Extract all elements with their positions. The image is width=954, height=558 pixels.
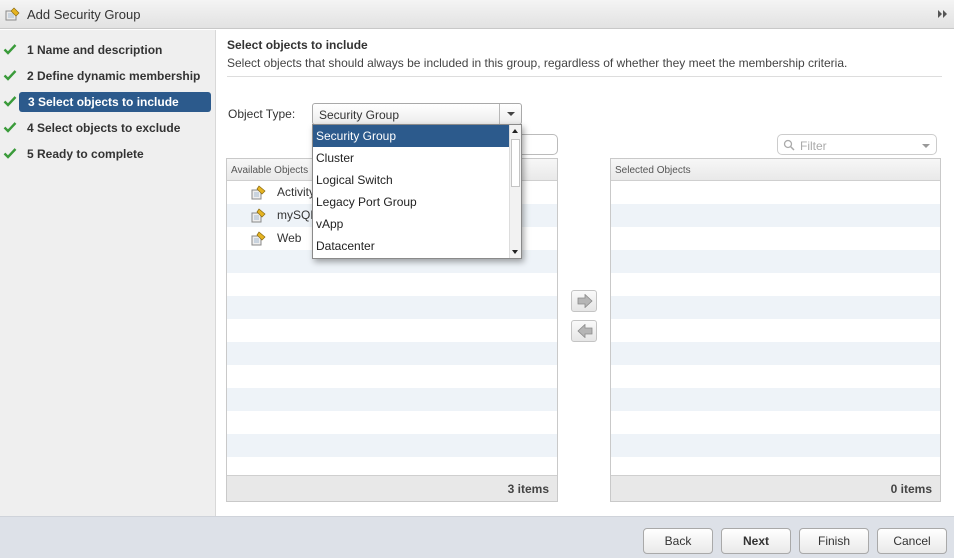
selected-objects-grid: Selected Objects 0 items bbox=[610, 158, 941, 502]
empty-row bbox=[611, 434, 940, 457]
empty-row bbox=[611, 411, 940, 434]
empty-row bbox=[227, 365, 557, 388]
finish-button[interactable]: Finish bbox=[799, 528, 869, 554]
object-name: mySQL bbox=[277, 208, 318, 222]
chevron-down-icon[interactable] bbox=[499, 104, 521, 124]
security-group-icon bbox=[251, 185, 266, 200]
empty-row bbox=[611, 296, 940, 319]
search-icon bbox=[783, 139, 795, 151]
security-group-icon bbox=[251, 208, 266, 223]
step-name-and-description[interactable]: 1 Name and description bbox=[0, 40, 216, 60]
object-name: Web bbox=[277, 231, 302, 245]
step-ready-to-complete[interactable]: 5 Ready to complete bbox=[0, 144, 216, 164]
checkmark-icon bbox=[3, 44, 17, 55]
step-select-objects-to-include[interactable]: 3 Select objects to include bbox=[0, 92, 216, 112]
column-header: Available Objects bbox=[231, 165, 309, 176]
arrow-left-icon bbox=[577, 324, 593, 338]
back-button[interactable]: Back bbox=[643, 528, 713, 554]
title-bar: Add Security Group bbox=[0, 0, 954, 29]
wizard-steps-nav: 1 Name and description 2 Define dynamic … bbox=[0, 30, 216, 516]
empty-row bbox=[611, 342, 940, 365]
item-count: 0 items bbox=[890, 482, 932, 496]
selected-objects-footer: 0 items bbox=[611, 475, 940, 501]
empty-row bbox=[227, 296, 557, 319]
step-define-dynamic-membership[interactable]: 2 Define dynamic membership bbox=[0, 66, 216, 86]
remove-from-selected-button[interactable] bbox=[571, 320, 597, 342]
double-chevron-right-icon[interactable] bbox=[937, 8, 949, 20]
object-type-value: Security Group bbox=[319, 108, 400, 122]
checkmark-icon bbox=[3, 122, 17, 133]
empty-row bbox=[227, 273, 557, 296]
empty-row bbox=[611, 204, 940, 227]
cancel-button[interactable]: Cancel bbox=[877, 528, 947, 554]
security-group-icon bbox=[251, 231, 266, 246]
next-button[interactable]: Next bbox=[721, 528, 791, 554]
selected-filter-input[interactable]: Filter bbox=[777, 134, 937, 155]
empty-row bbox=[227, 434, 557, 457]
divider bbox=[227, 76, 942, 77]
option-logical-switch[interactable]: Logical Switch bbox=[313, 169, 510, 191]
scrollbar-thumb[interactable] bbox=[511, 139, 520, 187]
wizard-footer: Back Next Finish Cancel bbox=[0, 516, 954, 558]
item-count: 3 items bbox=[507, 482, 549, 496]
arrow-right-icon bbox=[577, 294, 593, 308]
empty-row bbox=[611, 319, 940, 342]
option-security-group[interactable]: Security Group bbox=[313, 125, 510, 147]
checkmark-icon bbox=[3, 70, 17, 81]
dropdown-scrollbar[interactable] bbox=[509, 125, 521, 258]
add-to-selected-button[interactable] bbox=[571, 290, 597, 312]
step-label: 3 Select objects to include bbox=[28, 95, 179, 109]
empty-row bbox=[611, 388, 940, 411]
empty-row bbox=[611, 365, 940, 388]
selected-objects-rows bbox=[611, 181, 940, 480]
scroll-up-icon[interactable] bbox=[512, 129, 518, 133]
step-label: 2 Define dynamic membership bbox=[27, 69, 201, 83]
step-select-objects-to-exclude[interactable]: 4 Select objects to exclude bbox=[0, 118, 216, 138]
empty-row bbox=[611, 273, 940, 296]
step-label: 5 Ready to complete bbox=[27, 147, 144, 161]
empty-row bbox=[227, 388, 557, 411]
scroll-down-icon[interactable] bbox=[512, 250, 518, 254]
step-label: 1 Name and description bbox=[27, 43, 163, 57]
option-vapp[interactable]: vApp bbox=[313, 213, 510, 235]
main-panel: Select objects to include Select objects… bbox=[217, 30, 954, 516]
object-name: Activity bbox=[277, 185, 316, 199]
object-type-select[interactable]: Security Group bbox=[312, 103, 522, 125]
empty-row bbox=[227, 411, 557, 434]
window-title: Add Security Group bbox=[27, 7, 141, 22]
object-type-dropdown-list[interactable]: Security Group Cluster Logical Switch Le… bbox=[312, 124, 522, 259]
checkmark-icon bbox=[3, 96, 17, 107]
empty-row bbox=[227, 342, 557, 365]
object-type-label: Object Type: bbox=[228, 107, 296, 121]
chevron-down-icon[interactable] bbox=[922, 144, 930, 148]
option-cluster[interactable]: Cluster bbox=[313, 147, 510, 169]
security-group-icon bbox=[5, 7, 20, 21]
available-objects-footer: 3 items bbox=[227, 475, 557, 501]
column-header: Selected Objects bbox=[615, 165, 691, 176]
page-heading: Select objects to include bbox=[227, 38, 368, 52]
empty-row bbox=[611, 227, 940, 250]
page-subheading: Select objects that should always be inc… bbox=[227, 56, 848, 70]
empty-row bbox=[227, 319, 557, 342]
checkmark-icon bbox=[3, 148, 17, 159]
option-legacy-port-group[interactable]: Legacy Port Group bbox=[313, 191, 510, 213]
step-label: 4 Select objects to exclude bbox=[27, 121, 181, 135]
option-datacenter[interactable]: Datacenter bbox=[313, 235, 510, 257]
empty-row bbox=[611, 250, 940, 273]
selected-objects-header[interactable]: Selected Objects bbox=[611, 159, 940, 181]
filter-placeholder: Filter bbox=[800, 139, 827, 153]
empty-row bbox=[611, 181, 940, 204]
